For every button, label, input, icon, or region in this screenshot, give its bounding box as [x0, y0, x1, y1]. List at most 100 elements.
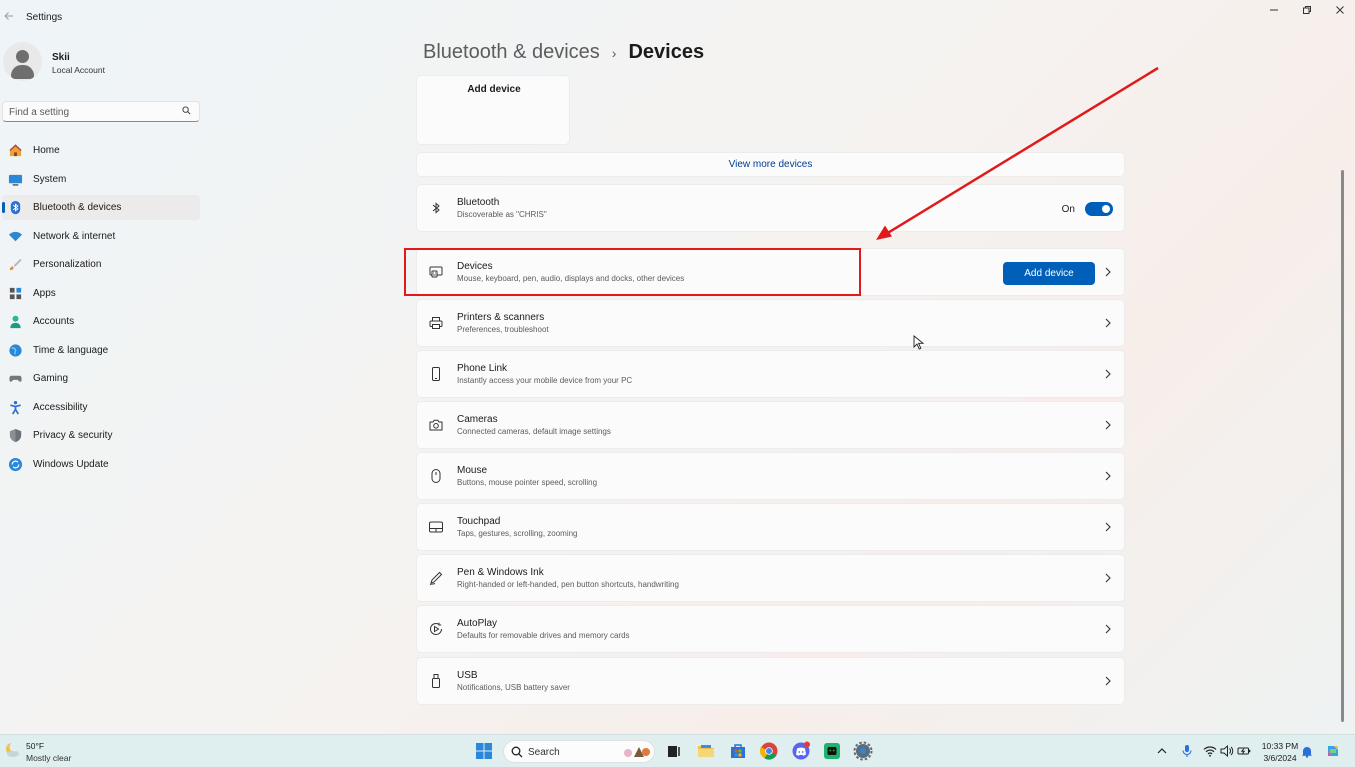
chevron-right-icon [1105, 318, 1111, 328]
back-arrow-icon[interactable] [2, 10, 16, 24]
sidebar-item-home[interactable]: Home [2, 138, 200, 163]
sidebar-item-network[interactable]: Network & internet [2, 224, 200, 249]
wifi-icon [8, 231, 23, 241]
sidebar-item-label: Time & language [33, 344, 109, 356]
printer-icon [429, 317, 443, 329]
wifi-icon[interactable] [1203, 745, 1217, 757]
sidebar-item-apps[interactable]: Apps [2, 281, 200, 306]
weather-moon-icon[interactable] [4, 742, 20, 758]
touchpad-row[interactable]: Touchpad Taps, gestures, scrolling, zoom… [416, 503, 1125, 551]
accessibility-icon [10, 400, 21, 414]
volume-icon[interactable] [1220, 745, 1234, 757]
usb-icon [432, 674, 440, 688]
system-icon [8, 174, 23, 186]
view-more-devices-button[interactable]: View more devices [416, 152, 1125, 177]
autoplay-icon [430, 622, 442, 635]
chrome-icon[interactable] [759, 741, 779, 761]
pen-windows-ink-row[interactable]: Pen & Windows Ink Right-handed or left-h… [416, 554, 1125, 602]
breadcrumb: Bluetooth & devices › Devices [423, 41, 704, 64]
weather-condition: Mostly clear [26, 753, 72, 763]
sidebar-item-system[interactable]: System [2, 167, 200, 192]
store-icon[interactable] [728, 741, 748, 761]
sidebar-item-accessibility[interactable]: Accessibility [2, 395, 200, 420]
minimize-button[interactable] [1259, 4, 1289, 20]
sidebar-item-label: Apps [33, 287, 56, 299]
row-subtitle: Buttons, mouse pointer speed, scrolling [457, 478, 598, 487]
home-icon [9, 144, 22, 157]
microphone-icon[interactable] [1181, 744, 1193, 758]
search-highlight-icon [624, 747, 650, 757]
phone-link-row[interactable]: Phone Link Instantly access your mobile … [416, 350, 1125, 398]
printers-scanners-row[interactable]: Printers & scanners Preferences, trouble… [416, 299, 1125, 347]
task-view-icon[interactable] [664, 741, 684, 761]
start-icon[interactable] [474, 741, 494, 761]
file-explorer-icon[interactable] [696, 741, 716, 761]
search-icon[interactable] [182, 106, 191, 115]
bluetooth-row: Bluetooth Discoverable as "CHRIS" On [416, 184, 1125, 232]
row-title: AutoPlay [457, 618, 498, 629]
row-subtitle: Preferences, troubleshoot [457, 325, 549, 334]
sidebar-item-privacy-security[interactable]: Privacy & security [2, 423, 200, 448]
taskbar-search-label: Search [528, 747, 560, 758]
add-device-button[interactable]: Add device [1003, 262, 1095, 285]
breadcrumb-parent[interactable]: Bluetooth & devices [423, 41, 600, 64]
battery-icon[interactable] [1237, 745, 1251, 757]
camera-icon [429, 419, 443, 431]
bluetooth-title: Bluetooth [457, 197, 500, 208]
autoplay-row[interactable]: AutoPlay Defaults for removable drives a… [416, 605, 1125, 653]
usb-row[interactable]: USB Notifications, USB battery saver [416, 657, 1125, 705]
taskbar-search[interactable]: Search [503, 740, 655, 763]
add-device-tile-label: Add device [467, 84, 521, 95]
avatar[interactable] [3, 42, 42, 81]
scrollbar-thumb[interactable] [1341, 170, 1344, 722]
sidebar-item-label: Network & internet [33, 230, 116, 242]
search-input[interactable] [3, 103, 173, 122]
sidebar-item-bluetooth-devices[interactable]: Bluetooth & devices [2, 195, 200, 220]
sidebar-item-windows-update[interactable]: Windows Update [2, 452, 200, 477]
notification-icon[interactable] [1301, 745, 1313, 758]
chevron-right-icon [1105, 624, 1111, 634]
globe-icon [9, 343, 22, 357]
weather-temp: 50°F [26, 741, 45, 751]
sidebar-item-label: Privacy & security [33, 430, 113, 441]
add-device-tile[interactable]: Add device [416, 75, 570, 145]
row-subtitle: Defaults for removable drives and memory… [457, 631, 630, 640]
sidebar-item-label: System [33, 173, 67, 185]
row-subtitle: Taps, gestures, scrolling, zooming [457, 529, 578, 538]
bluetooth-toggle[interactable] [1085, 202, 1113, 216]
clock-date[interactable]: 3/6/2024 [1261, 753, 1299, 763]
cameras-row[interactable]: Cameras Connected cameras, default image… [416, 401, 1125, 449]
sidebar-item-label: Accounts [33, 316, 75, 327]
sidebar-item-personalization[interactable]: Personalization [2, 252, 200, 277]
brush-icon [9, 258, 22, 271]
shield-icon [9, 428, 22, 443]
chevron-up-icon[interactable] [1156, 745, 1168, 757]
row-title: Touchpad [457, 516, 501, 527]
app-icon[interactable] [822, 741, 842, 761]
copilot-icon[interactable] [1325, 743, 1341, 759]
restore-button[interactable] [1292, 4, 1322, 20]
sidebar-item-label: Home [33, 145, 60, 156]
row-title: Phone Link [457, 363, 508, 374]
row-title: Printers & scanners [457, 312, 545, 323]
close-button[interactable] [1325, 4, 1355, 20]
row-title: Mouse [457, 465, 488, 476]
settings-icon[interactable] [853, 741, 873, 761]
apps-icon [9, 287, 22, 299]
sidebar-item-accounts[interactable]: Accounts [2, 309, 200, 334]
sidebar-item-label: Personalization [33, 259, 102, 270]
taskbar: 50°F Mostly clear Search 10:33 PM 3/6/20… [0, 734, 1355, 767]
person-icon [10, 315, 21, 329]
pen-icon [429, 571, 443, 585]
search-box[interactable] [2, 101, 200, 122]
chevron-right-icon [1105, 573, 1111, 583]
chevron-right-icon [1105, 420, 1111, 430]
sidebar-item-time-language[interactable]: Time & language [2, 338, 200, 363]
sidebar-item-gaming[interactable]: Gaming [2, 366, 200, 391]
mouse-row[interactable]: Mouse Buttons, mouse pointer speed, scro… [416, 452, 1125, 500]
chevron-right-icon [1105, 522, 1111, 532]
discord-icon[interactable] [791, 741, 811, 761]
clock-time[interactable]: 10:33 PM [1261, 741, 1299, 751]
close-icon [1336, 6, 1344, 14]
touchpad-icon [429, 521, 443, 533]
